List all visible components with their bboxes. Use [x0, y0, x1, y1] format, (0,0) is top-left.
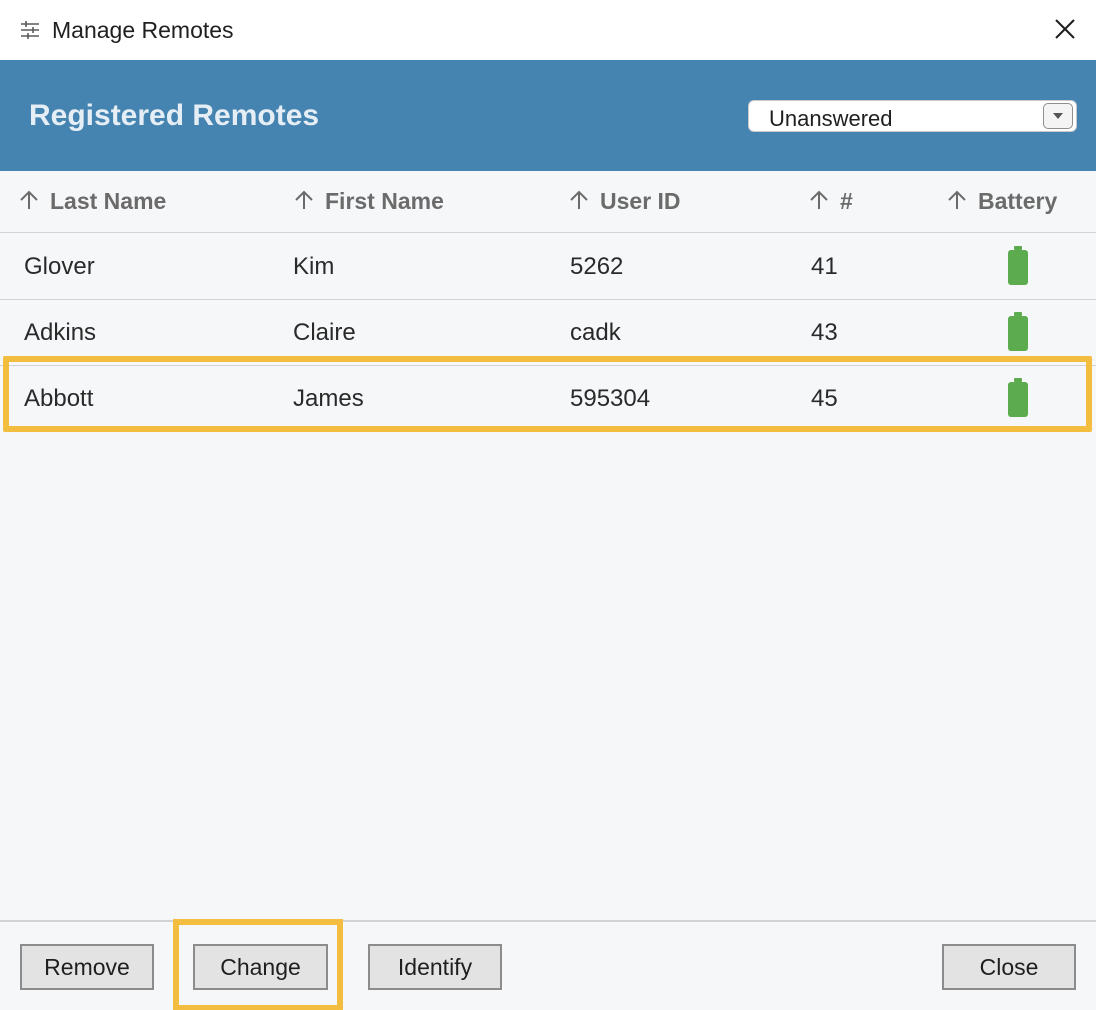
- column-label: User ID: [600, 188, 681, 214]
- filter-dropdown[interactable]: Unanswered: [748, 100, 1077, 132]
- cell-number: 41: [811, 253, 838, 280]
- filter-selected-value: Unanswered: [769, 106, 893, 131]
- cell-user-id: cadk: [570, 319, 621, 346]
- table-header: Last Name First Name User ID # Battery: [0, 171, 1096, 233]
- cell-user-id: 595304: [570, 385, 651, 412]
- remotes-table: Last Name First Name User ID # Battery G…: [0, 171, 1096, 920]
- close-button[interactable]: Close: [942, 944, 1076, 990]
- battery-full-icon: [1008, 246, 1028, 285]
- cell-last-name: Glover: [24, 253, 95, 280]
- cell-first-name: Claire: [293, 319, 356, 346]
- window-title: Manage Remotes: [52, 17, 234, 43]
- column-header-user-id[interactable]: User ID: [568, 188, 681, 215]
- cell-number: 45: [811, 385, 838, 412]
- column-label: First Name: [325, 188, 444, 214]
- arrow-up-icon: [570, 190, 588, 209]
- battery-full-icon: [1008, 378, 1028, 417]
- cell-user-id: 5262: [570, 253, 624, 280]
- column-header-number[interactable]: #: [808, 188, 853, 215]
- arrow-up-icon: [20, 190, 38, 209]
- arrow-up-icon: [810, 190, 828, 209]
- battery-full-icon: [1008, 312, 1028, 351]
- table-row[interactable]: Abbott James 595304 45: [0, 366, 1096, 432]
- cell-number: 43: [811, 319, 838, 346]
- identify-button[interactable]: Identify: [368, 944, 502, 990]
- column-label: Battery: [978, 188, 1058, 214]
- dropdown-button[interactable]: [1043, 103, 1073, 129]
- column-label: Last Name: [50, 188, 167, 214]
- title-bar: Manage Remotes: [0, 0, 1096, 60]
- remove-button[interactable]: Remove: [20, 944, 154, 990]
- table-row[interactable]: Glover Kim 5262 41: [0, 234, 1096, 300]
- column-header-first-name[interactable]: First Name: [293, 188, 444, 215]
- column-header-battery[interactable]: Battery: [946, 188, 1057, 215]
- change-button[interactable]: Change: [193, 944, 328, 990]
- column-header-last-name[interactable]: Last Name: [18, 188, 166, 215]
- chevron-down-icon: [1053, 113, 1063, 119]
- cell-first-name: Kim: [293, 253, 335, 280]
- cell-last-name: Abbott: [24, 385, 94, 412]
- table-row[interactable]: Adkins Claire cadk 43: [0, 300, 1096, 366]
- arrow-up-icon: [948, 190, 966, 209]
- button-bar: Remove Change Identify Close: [0, 919, 1096, 1010]
- sliders-icon: [21, 21, 39, 39]
- arrow-up-icon: [295, 190, 313, 209]
- column-label: #: [840, 188, 853, 214]
- cell-last-name: Adkins: [24, 319, 97, 346]
- page-title: Registered Remotes: [29, 99, 320, 132]
- cell-first-name: James: [293, 385, 364, 412]
- close-icon[interactable]: [1050, 14, 1080, 44]
